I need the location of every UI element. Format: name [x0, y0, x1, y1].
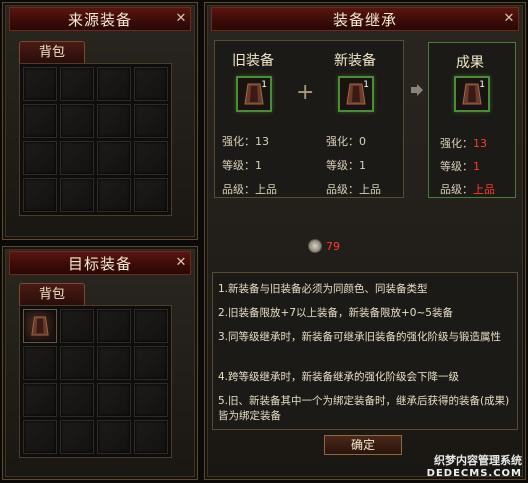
new-equip-count: 1 [363, 80, 369, 90]
new-equip-enhance: 强化：0 [326, 135, 366, 148]
target-panel-title: 目标装备 [67, 254, 132, 273]
source-panel-title-bar[interactable]: 来源装备 [9, 7, 191, 31]
inventory-cell[interactable] [23, 309, 57, 343]
inventory-cell[interactable] [97, 178, 131, 212]
inventory-cell[interactable] [23, 104, 57, 138]
old-equip-slot[interactable]: 1 [236, 76, 272, 112]
arrow-right-icon [410, 82, 424, 101]
inventory-cell[interactable] [134, 104, 168, 138]
target-inventory-grid [19, 305, 172, 458]
target-close-icon[interactable]: ✕ [173, 255, 189, 271]
inventory-cell[interactable] [60, 383, 94, 417]
inventory-cell[interactable] [134, 67, 168, 101]
result-level: 等级：1 [440, 158, 480, 174]
inventory-cell[interactable] [97, 420, 131, 454]
source-panel-title: 来源装备 [67, 10, 132, 29]
inventory-cell[interactable] [60, 104, 94, 138]
inventory-cell[interactable] [23, 346, 57, 380]
inventory-cell[interactable] [60, 67, 94, 101]
result-count: 1 [479, 80, 485, 90]
inventory-cell[interactable] [134, 309, 168, 343]
old-equip-enhance: 强化：13 [222, 135, 269, 148]
result-enhance-label: 强化： [440, 137, 473, 150]
inventory-cell[interactable] [23, 420, 57, 454]
inventory-cell[interactable] [60, 420, 94, 454]
inventory-cell[interactable] [97, 67, 131, 101]
old-equip-header: 旧装备 [232, 53, 274, 69]
old-equip-level: 等级：1 [222, 159, 262, 172]
source-backpack-tab[interactable]: 背包 [19, 41, 85, 63]
result-grade-value: 上品 [473, 183, 495, 196]
watermark-line-2: DEDECMS.COM [426, 468, 522, 479]
inventory-cell[interactable] [23, 383, 57, 417]
inventory-cell[interactable] [134, 420, 168, 454]
result-slot[interactable]: 1 [454, 76, 490, 112]
result-level-label: 等级： [440, 160, 473, 173]
old-equip-count: 1 [261, 80, 267, 90]
armor-item-icon [24, 310, 56, 342]
plus-sign: + [296, 80, 315, 105]
cost-value: 79 [326, 239, 340, 253]
inherit-panel-title: 装备继承 [332, 10, 397, 29]
watermark-line-1: 织梦内容管理系统 [434, 454, 522, 467]
inventory-cell[interactable] [60, 141, 94, 175]
result-enhance: 强化：13 [440, 135, 487, 151]
result-grade: 品级：上品 [440, 181, 495, 197]
result-header: 成果 [456, 55, 484, 71]
result-enhance-value: 13 [473, 137, 487, 150]
source-inventory-grid [19, 63, 172, 216]
inventory-cell[interactable] [23, 67, 57, 101]
inventory-cell[interactable] [97, 309, 131, 343]
new-equip-header: 新装备 [334, 53, 376, 69]
inherit-panel-title-bar[interactable]: 装备继承 [211, 7, 519, 31]
new-equip-slot[interactable]: 1 [338, 76, 374, 112]
source-equipment-panel: 来源装备 ✕ 背包 [2, 2, 198, 240]
rule-line-2: 2.旧装备限放+7以上装备，新装备限放+0~5装备 [218, 307, 453, 319]
watermark: 织梦内容管理系统 DEDECMS.COM [427, 452, 522, 479]
rule-line-1: 1.新装备与旧装备必须为同颜色、同装备类型 [218, 283, 428, 295]
old-equip-grade: 品级：上品 [222, 183, 277, 196]
target-equipment-panel: 目标装备 ✕ 背包 [2, 246, 198, 480]
result-level-value: 1 [473, 160, 480, 173]
inventory-cell[interactable] [97, 383, 131, 417]
inventory-cell[interactable] [134, 178, 168, 212]
inventory-cell[interactable] [134, 141, 168, 175]
target-panel-title-bar[interactable]: 目标装备 [9, 251, 191, 275]
target-backpack-tab[interactable]: 背包 [19, 283, 85, 305]
rule-line-4: 4.跨等级继承时，新装备继承的强化阶级会下降一级 [218, 371, 460, 383]
inventory-cell[interactable] [60, 346, 94, 380]
inventory-cell[interactable] [134, 346, 168, 380]
cost-row: 79 [308, 239, 340, 253]
inventory-cell[interactable] [134, 383, 168, 417]
new-equip-level: 等级：1 [326, 159, 366, 172]
result-grade-label: 品级： [440, 183, 473, 196]
inventory-cell[interactable] [97, 104, 131, 138]
inventory-cell[interactable] [97, 141, 131, 175]
inventory-cell[interactable] [23, 141, 57, 175]
new-equip-grade: 品级：上品 [326, 183, 381, 196]
confirm-button[interactable]: 确定 [324, 435, 402, 455]
inventory-cell[interactable] [23, 178, 57, 212]
rule-line-5: 5.旧、新装备其中一个为绑定装备时，继承后获得的装备(成果)皆为绑定装备 [218, 395, 510, 422]
source-close-icon[interactable]: ✕ [173, 11, 189, 27]
coin-icon [308, 239, 322, 253]
inventory-cell[interactable] [60, 309, 94, 343]
rule-line-3: 3.同等级继承时，新装备可继承旧装备的强化阶级与锻造属性 [218, 331, 502, 343]
inherit-close-icon[interactable]: ✕ [501, 11, 517, 27]
inventory-cell[interactable] [97, 346, 131, 380]
inventory-cell[interactable] [60, 178, 94, 212]
